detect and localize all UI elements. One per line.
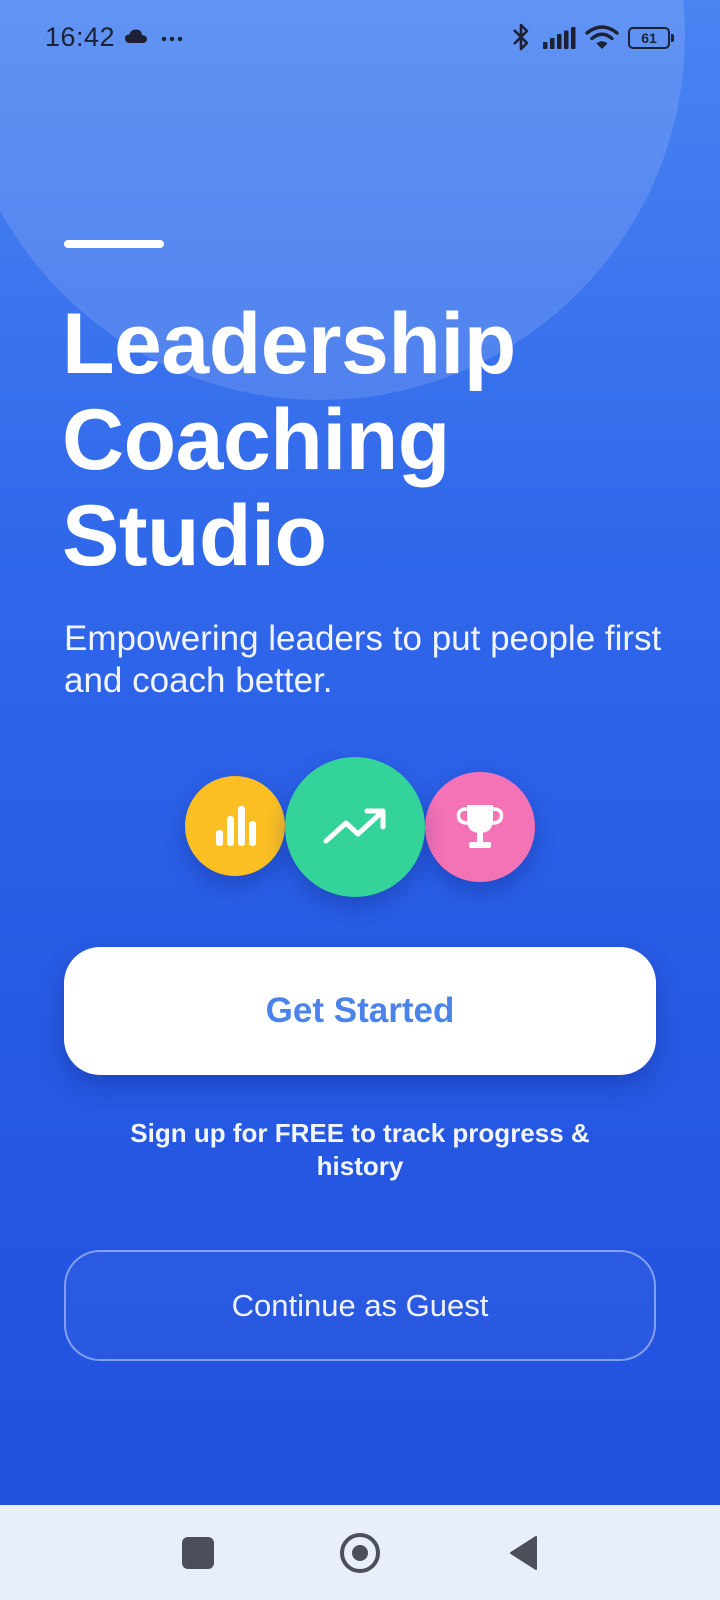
app-title: Leadership Coaching Studio — [62, 296, 662, 584]
home-icon-dot — [352, 1545, 368, 1561]
get-started-button[interactable]: Get Started — [64, 947, 656, 1075]
bar-chart-icon — [216, 806, 256, 846]
more-icon — [161, 36, 183, 42]
feature-circle-progress — [185, 776, 285, 876]
cloud-icon — [125, 29, 147, 43]
battery-tip — [671, 34, 674, 42]
bluetooth-icon — [513, 23, 529, 51]
welcome-screen: 16:42 61 Leadership Coaching Studio Empo… — [0, 0, 720, 1600]
trophy-icon — [456, 805, 504, 848]
trending-up-icon — [323, 808, 386, 844]
back-icon[interactable] — [508, 1535, 538, 1571]
wifi-icon — [585, 25, 619, 49]
continue-as-guest-button[interactable]: Continue as Guest — [64, 1250, 656, 1361]
app-title-line-3: Studio — [62, 488, 327, 584]
battery-level: 61 — [628, 27, 670, 49]
feature-circle-achievement — [425, 772, 535, 882]
battery-icon: 61 — [628, 27, 674, 49]
feature-circle-growth — [285, 757, 425, 897]
recent-apps-icon[interactable] — [182, 1537, 214, 1569]
home-icon[interactable] — [340, 1533, 380, 1573]
app-subtitle: Empowering leaders to put people first a… — [64, 619, 662, 700]
app-title-line-1: Leadership — [62, 296, 516, 392]
app-title-line-2: Coaching — [62, 392, 450, 488]
signup-note: Sign up for FREE to track progress & his… — [130, 1118, 590, 1181]
title-accent-dash — [64, 240, 164, 248]
signal-icon — [543, 27, 576, 49]
status-time: 16:42 — [45, 22, 116, 52]
status-bar: 16:42 61 — [0, 0, 720, 80]
